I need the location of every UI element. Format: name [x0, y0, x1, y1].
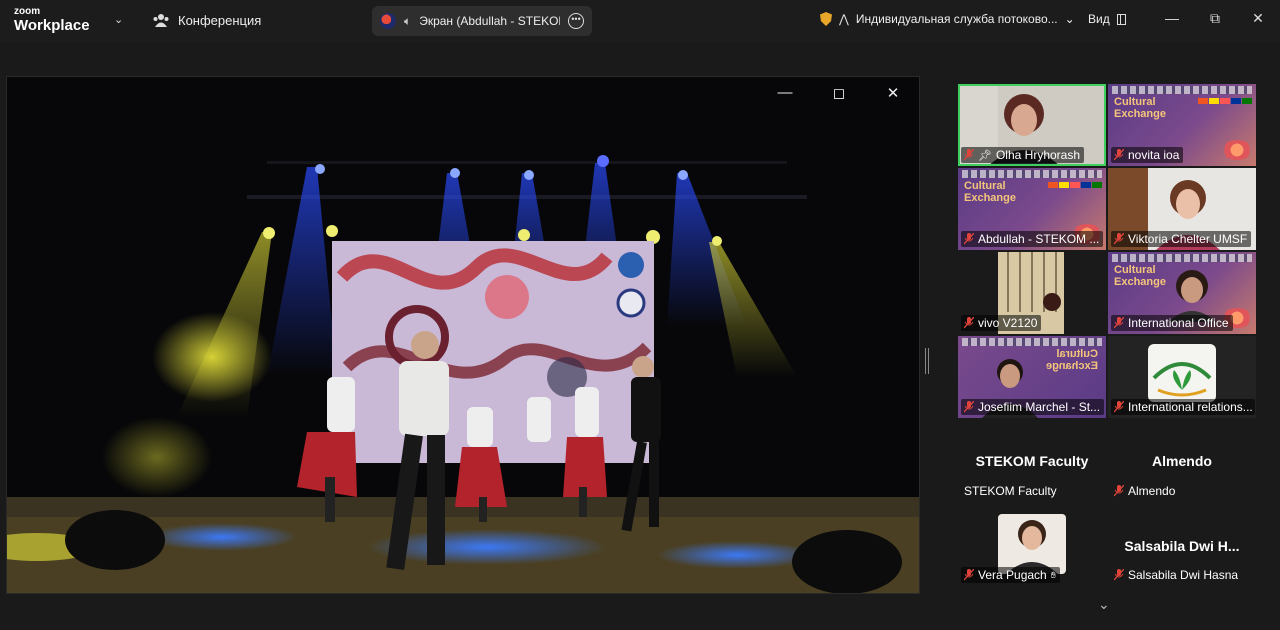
close-share-icon[interactable]: ✕: [882, 84, 904, 102]
slide-title: Cultural Exchange: [964, 180, 1016, 204]
mic-muted-icon: [1114, 233, 1124, 245]
participant-name-tag: Almendo: [1111, 483, 1179, 499]
mic-muted-icon: [964, 233, 974, 245]
view-label: Вид: [1088, 12, 1110, 26]
participant-name: novita ioa: [1128, 148, 1180, 162]
shared-screen-video[interactable]: [6, 76, 920, 594]
participant-name: International relations...: [1128, 400, 1253, 414]
title-bar: zoom Workplace ⌄ Конференция 🔈︎ Экран (A…: [0, 0, 1280, 42]
flags-row: [1048, 182, 1102, 188]
participant-tile-noVideo[interactable]: Salsabila Dwi H... Salsabila Dwi Hasna: [1108, 504, 1256, 586]
participant-name: STEKOM Faculty: [964, 484, 1057, 498]
slide-title-mirrored: Cultural Exchange: [1046, 348, 1098, 372]
participant-name: International Office: [1128, 316, 1229, 330]
share-label: Экран (Abdullah - STEKOM I: [419, 14, 560, 28]
mic-muted-icon: [964, 569, 974, 581]
participants-icon: [153, 14, 169, 27]
mic-muted-icon: [964, 317, 974, 329]
participant-tile-video[interactable]: vivo V2120: [958, 252, 1106, 334]
participant-tile-video[interactable]: 📌︎ Olha Hryhorash: [958, 84, 1106, 166]
flower-decoration: [1222, 140, 1252, 160]
sponsor-logos: [1112, 86, 1252, 94]
flags-row: [1198, 98, 1252, 104]
participant-name-tag: STEKOM Faculty: [961, 483, 1061, 499]
sponsor-logos: [1112, 254, 1252, 262]
pin-icon: 📌︎: [978, 149, 992, 162]
participant-tile-noVideo[interactable]: Almendo Almendo: [1108, 420, 1256, 502]
participant-tile-video[interactable]: Viktoria Chelter UMSF: [1108, 168, 1256, 250]
logo-line2: Workplace: [14, 17, 90, 34]
mic-muted-icon: [1114, 149, 1124, 161]
participant-display-name: STEKOM Faculty: [975, 453, 1089, 469]
slide-title: Cultural Exchange: [1114, 264, 1166, 288]
participant-tile-photo[interactable]: Vera Pugach ✋︎: [958, 504, 1106, 586]
participant-name-tag: 📌︎ Olha Hryhorash: [961, 147, 1085, 163]
sponsor-logos: [962, 170, 1102, 178]
participant-tile-slide[interactable]: Cultural Exchange Abdullah - STEKOM ...: [958, 168, 1106, 250]
chevron-down-icon[interactable]: ⌄: [1098, 596, 1110, 613]
participant-name-tag: Vera Pugach ✋︎: [961, 567, 1060, 583]
chevron-down-icon: ⌄: [1064, 12, 1075, 26]
maximize-share-icon[interactable]: ◻: [828, 84, 850, 102]
minimize-icon[interactable]: —: [1161, 10, 1183, 26]
participant-name: Vera Pugach: [978, 568, 1047, 582]
participant-name: Olha Hryhorash: [995, 148, 1081, 162]
meeting-info-button[interactable]: Конференция: [152, 12, 261, 28]
participant-tile-noVideo[interactable]: STEKOM Faculty STEKOM Faculty: [958, 420, 1106, 502]
shield-icon: [820, 12, 832, 26]
participant-name-tag: vivo V2120: [961, 315, 1042, 331]
logo-line1: zoom: [14, 6, 41, 17]
participant-name: Almendo: [1128, 484, 1176, 498]
stream-label: Индивидуальная служба потоково...: [855, 12, 1058, 26]
sponsor-logos: [962, 338, 1102, 346]
mic-muted-icon: [1114, 569, 1124, 581]
participant-name-tag: Abdullah - STEKOM ...: [961, 231, 1104, 247]
minimize-share-icon[interactable]: —: [774, 84, 796, 101]
participant-overlay-video: [1168, 270, 1216, 322]
screen-share-indicator[interactable]: 🔈︎ Экран (Abdullah - STEKOM I •••: [372, 6, 592, 36]
restore-icon[interactable]: ⧉: [1204, 10, 1226, 27]
participant-name-tag: International relations...: [1111, 399, 1255, 415]
participant-name: Josefiim Marchel - St...: [978, 400, 1101, 414]
slide-title: Cultural Exchange: [1114, 96, 1166, 120]
panel-splitter-handle[interactable]: [925, 348, 929, 374]
view-button[interactable]: Вид: [1088, 12, 1126, 26]
speaker-icon[interactable]: 🔈︎: [404, 14, 411, 29]
participant-name: Viktoria Chelter UMSF: [1128, 232, 1248, 246]
stream-status[interactable]: ⋀ Индивидуальная служба потоково... ⌄: [820, 12, 1075, 26]
mic-muted-icon: [1114, 401, 1124, 413]
chevron-down-icon[interactable]: ⌄: [114, 13, 123, 26]
mic-muted-icon: [964, 149, 974, 161]
participant-display-name: Salsabila Dwi H...: [1124, 538, 1240, 554]
mic-muted-icon: [1114, 317, 1124, 329]
close-icon[interactable]: ✕: [1247, 10, 1269, 27]
participant-name-tag: International Office: [1111, 315, 1233, 331]
grid-icon: [1116, 13, 1126, 25]
concert-stage-image: [7, 77, 919, 593]
participant-tile-slide[interactable]: Cultural Exchange novita ioa: [1108, 84, 1256, 166]
meeting-label: Конференция: [178, 12, 262, 28]
participant-name-tag: Josefiim Marchel - St...: [961, 399, 1105, 415]
participant-tile-slide[interactable]: Cultural Exchange Josefiim Marchel - St..…: [958, 336, 1106, 418]
participant-name: Salsabila Dwi Hasna: [1128, 568, 1239, 582]
participant-name-tag: novita ioa: [1111, 147, 1184, 163]
participant-name: vivo V2120: [978, 316, 1038, 330]
zoom-logo[interactable]: zoom Workplace: [14, 6, 90, 34]
participant-name: Abdullah - STEKOM ...: [978, 232, 1100, 246]
participant-name-tag: Salsabila Dwi Hasna: [1111, 567, 1242, 583]
signal-icon: ⋀: [839, 12, 849, 26]
mic-muted-icon: [1114, 485, 1124, 497]
more-options-icon[interactable]: •••: [568, 13, 584, 29]
participant-tile-logo[interactable]: International relations...: [1108, 336, 1256, 418]
participant-avatar: [998, 514, 1066, 574]
participant-name-tag: Viktoria Chelter UMSF: [1111, 231, 1252, 247]
sharer-avatar: [380, 13, 396, 29]
participant-tile-slide[interactable]: Cultural Exchange International Office: [1108, 252, 1256, 334]
raised-hand-icon: ✋︎: [1050, 569, 1056, 580]
participant-display-name: Almendo: [1152, 453, 1212, 469]
mic-muted-icon: [964, 401, 974, 413]
